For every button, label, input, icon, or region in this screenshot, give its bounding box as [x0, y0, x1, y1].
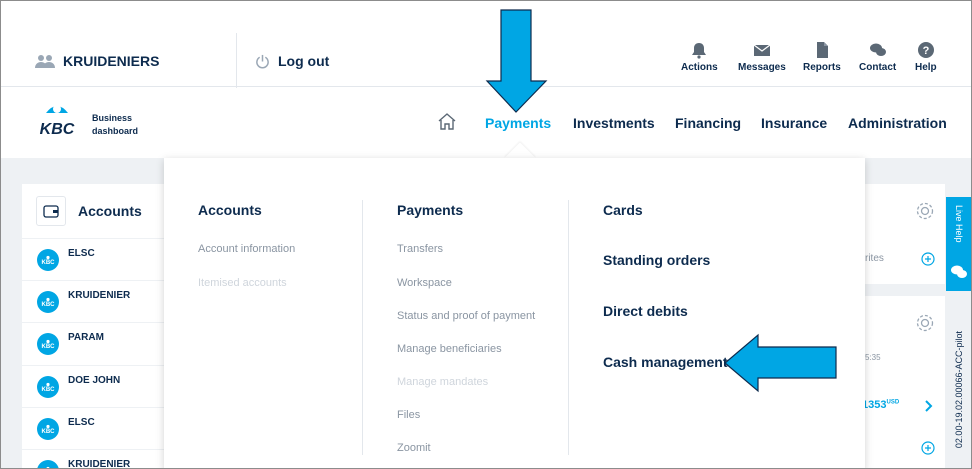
contact-label: Contact: [859, 62, 897, 73]
svg-text:KBC: KBC: [42, 302, 56, 307]
account-name: DOE JOHN: [68, 375, 121, 386]
balance-amount: ,1353USD: [859, 399, 899, 411]
brand-line2: dashboard: [92, 126, 139, 136]
kbc-badge-icon: KBC: [37, 460, 59, 468]
accounts-title: Accounts: [78, 203, 142, 219]
column-divider: [568, 200, 569, 455]
settings-gear-icon[interactable]: [915, 201, 935, 221]
app-window: Accounts KBC ELSC KBC KRUIDENIER KBC PARAM …: [0, 0, 972, 469]
logout-label: Log out: [278, 53, 330, 69]
favorites-partial-text: rites: [865, 253, 884, 264]
messages-button[interactable]: Messages: [738, 41, 786, 73]
user-info[interactable]: KRUIDENIERS: [35, 53, 159, 69]
nav-financing[interactable]: Financing: [675, 115, 741, 131]
reports-label: Reports: [803, 62, 841, 73]
live-help-tab[interactable]: Live Help: [946, 197, 971, 291]
currency-code: USD: [886, 399, 900, 406]
account-name: ELSC: [68, 248, 95, 259]
account-name: KRUIDENIER: [68, 459, 131, 469]
menu-item-cards[interactable]: Cards: [603, 202, 643, 218]
build-version-tag: 02.00-19.02.00066-ACC-pilot: [954, 331, 964, 449]
svg-text:KBC: KBC: [42, 429, 56, 434]
nav-payments[interactable]: Payments: [485, 115, 551, 131]
account-name: KRUIDENIER: [68, 290, 131, 301]
document-icon: [816, 42, 828, 58]
settings-gear-icon[interactable]: [915, 313, 935, 333]
account-row[interactable]: KBC PARAM: [22, 322, 164, 364]
menu-item-standing-orders[interactable]: Standing orders: [603, 252, 710, 268]
svg-text:KBC: KBC: [40, 121, 75, 137]
chevron-right-icon[interactable]: [923, 399, 935, 413]
menu-item-transfers[interactable]: Transfers: [397, 243, 443, 255]
user-name: KRUIDENIERS: [63, 53, 160, 69]
arrow-left-annotation: [724, 333, 837, 393]
home-icon[interactable]: [438, 112, 456, 130]
menu-heading-accounts[interactable]: Accounts: [198, 202, 262, 218]
account-row[interactable]: KBC DOE JOHN: [22, 365, 164, 407]
svg-text:KBC: KBC: [42, 387, 56, 392]
brand-text: Business dashboard: [92, 112, 138, 138]
nav-administration[interactable]: Administration: [848, 115, 947, 131]
messages-label: Messages: [738, 62, 786, 73]
help-icon: ?: [917, 42, 934, 58]
menu-item-direct-debits[interactable]: Direct debits: [603, 303, 688, 319]
menu-item-status-proof[interactable]: Status and proof of payment: [397, 310, 535, 322]
account-row[interactable]: KBC KRUIDENIER: [22, 280, 164, 322]
chat-icon: [869, 43, 886, 56]
header-divider: [236, 33, 237, 89]
kbc-badge-icon: KBC: [37, 418, 59, 440]
kbc-badge-icon: KBC: [37, 291, 59, 313]
kbc-badge-icon: KBC: [37, 249, 59, 271]
svg-text:KBC: KBC: [42, 344, 56, 349]
account-name: PARAM: [68, 332, 104, 343]
svg-text:KBC: KBC: [42, 260, 56, 265]
kbc-badge-icon: KBC: [37, 333, 59, 355]
menu-item-account-information[interactable]: Account information: [198, 243, 295, 255]
time-partial-text: 5:35: [865, 353, 881, 362]
reports-button[interactable]: Reports: [803, 41, 841, 73]
right-panel-top: [865, 184, 945, 284]
menu-item-zoomit[interactable]: Zoomit: [397, 442, 431, 454]
add-circle-icon[interactable]: [921, 441, 935, 455]
wallet-icon: [36, 196, 66, 226]
contact-button[interactable]: Contact: [859, 41, 896, 73]
svg-text:?: ?: [922, 45, 929, 57]
nav-investments[interactable]: Investments: [573, 115, 655, 131]
account-name: ELSC: [68, 417, 95, 428]
account-row[interactable]: KBC ELSC: [22, 238, 164, 280]
menu-item-workspace[interactable]: Workspace: [397, 277, 452, 289]
account-row[interactable]: KBC ELSC: [22, 407, 164, 449]
logout-button[interactable]: Log out: [255, 53, 329, 69]
help-button[interactable]: ? Help: [915, 41, 937, 73]
add-circle-icon[interactable]: [921, 252, 935, 266]
kbc-badge-icon: KBC: [37, 376, 59, 398]
account-row[interactable]: KBC KRUIDENIER: [22, 449, 164, 469]
accounts-header: Accounts: [36, 196, 142, 226]
menu-item-itemised-accounts: Itemised accounts: [198, 277, 287, 289]
arrow-down-annotation: [485, 9, 548, 113]
users-icon: [35, 55, 55, 68]
brand-line1: Business: [92, 113, 133, 123]
actions-label: Actions: [681, 62, 718, 73]
menu-item-manage-mandates: Manage mandates: [397, 376, 489, 388]
menu-item-cash-management[interactable]: Cash management: [603, 354, 727, 370]
menu-heading-payments[interactable]: Payments: [397, 202, 463, 218]
menu-item-files[interactable]: Files: [397, 409, 420, 421]
bell-icon: [692, 43, 707, 59]
actions-button[interactable]: Actions: [681, 41, 718, 73]
menu-item-manage-beneficiaries[interactable]: Manage beneficiaries: [397, 343, 502, 355]
live-help-label: Live Help: [954, 205, 964, 243]
nav-insurance[interactable]: Insurance: [761, 115, 827, 131]
kbc-logo[interactable]: KBC: [34, 101, 80, 137]
power-icon: [256, 54, 269, 68]
help-label: Help: [915, 62, 937, 73]
envelope-icon: [753, 44, 771, 56]
chat-icon: [951, 265, 967, 278]
column-divider: [362, 200, 363, 455]
